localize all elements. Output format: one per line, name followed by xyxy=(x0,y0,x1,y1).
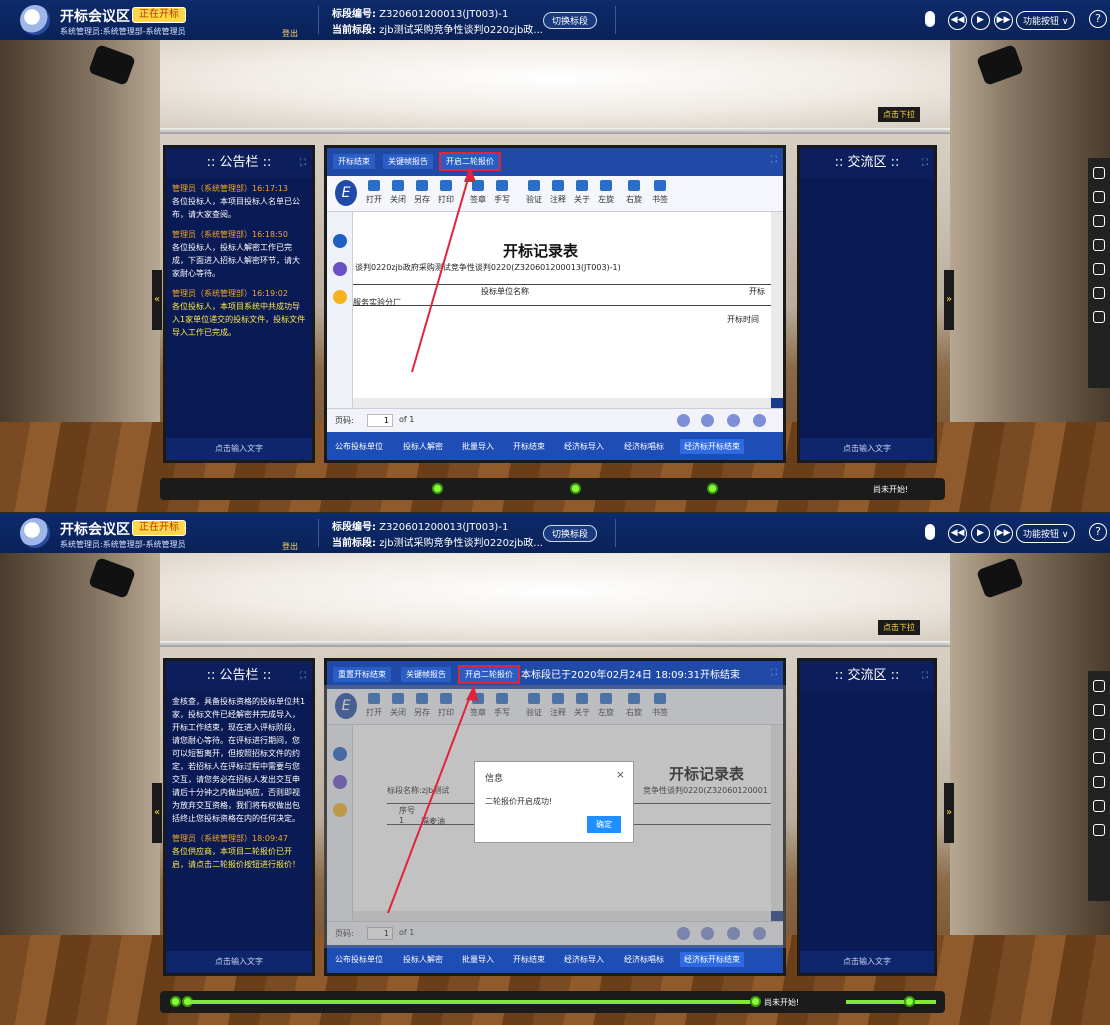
screenshot-top: 开标会议区 正在开标 系统管理员:系统管理部-系统管理员 登出 标段编号: Z3… xyxy=(0,0,1110,512)
annotation-arrow xyxy=(387,685,478,914)
annotation-arrow xyxy=(411,166,476,373)
screenshot-bottom: 开标会议区 正在开标 系统管理员:系统管理部-系统管理员 登出 标段编号: Z3… xyxy=(0,513,1110,1025)
